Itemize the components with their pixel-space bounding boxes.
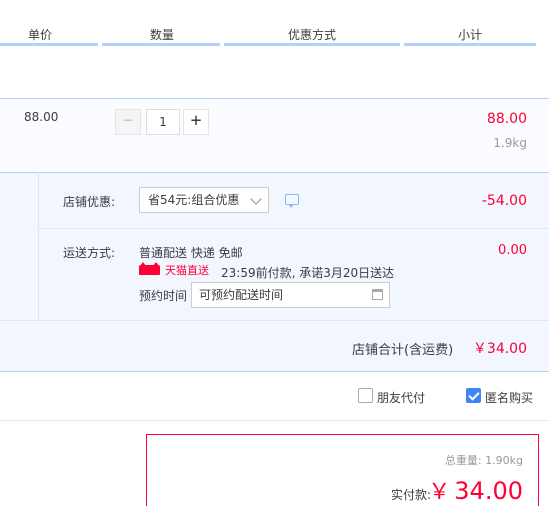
tmall-logo-icon bbox=[139, 262, 160, 275]
promo-amount: -54.00 bbox=[481, 193, 527, 209]
quantity-increase-button[interactable]: + bbox=[183, 109, 209, 135]
anonymous-label[interactable]: 匿名购买 bbox=[485, 389, 533, 406]
store-total-row bbox=[0, 320, 549, 372]
quantity-input[interactable]: 1 bbox=[146, 109, 180, 135]
store-total-label: 店铺合计(含运费) bbox=[352, 343, 454, 358]
tmall-direct-label: 天猫直送 bbox=[165, 264, 209, 277]
total-weight-value: 1.90kg bbox=[485, 454, 523, 467]
paid-label: 实付款: bbox=[391, 488, 432, 502]
item-weight: 1.9kg bbox=[493, 136, 527, 150]
delivery-promise: 23:59前付款, 承诺3月20日送达 bbox=[221, 266, 395, 280]
header-underline bbox=[102, 43, 220, 46]
divider bbox=[38, 228, 549, 229]
anonymous-checkbox[interactable] bbox=[466, 388, 481, 403]
shipping-fee: 0.00 bbox=[498, 243, 527, 258]
schedule-time-input[interactable]: 可预约配送时间 bbox=[191, 282, 390, 308]
header-subtotal: 小计 bbox=[458, 28, 483, 42]
friend-pay-label[interactable]: 朋友代付 bbox=[377, 389, 425, 406]
promo-selected-value: 省54元:组合优惠 bbox=[148, 193, 240, 207]
calendar-icon[interactable] bbox=[372, 289, 383, 300]
header-underline bbox=[224, 43, 400, 46]
paid-amount-value: 34.00 bbox=[454, 477, 523, 505]
header-quantity: 数量 bbox=[150, 28, 175, 42]
header-underline bbox=[0, 43, 98, 46]
unit-price: 88.00 bbox=[24, 110, 59, 124]
schedule-placeholder: 可预约配送时间 bbox=[199, 288, 284, 302]
promo-label: 店铺优惠: bbox=[63, 195, 116, 209]
chevron-down-icon bbox=[250, 193, 262, 205]
shipping-label: 运送方式: bbox=[63, 246, 116, 260]
total-weight-label: 总重量: bbox=[444, 454, 482, 467]
header-underline bbox=[404, 43, 536, 46]
currency-symbol: ￥ bbox=[428, 480, 451, 505]
item-subtotal: 88.00 bbox=[486, 111, 527, 127]
schedule-label: 预约时间 bbox=[139, 289, 188, 303]
paid-amount: ￥ 34.00 bbox=[428, 474, 523, 506]
quantity-decrease-button[interactable]: − bbox=[115, 109, 141, 135]
shipping-method: 普通配送 快递 免邮 bbox=[139, 246, 243, 260]
header-promo: 优惠方式 bbox=[288, 28, 337, 42]
promo-select[interactable]: 省54元:组合优惠 bbox=[139, 187, 269, 213]
store-total-amount: ￥34.00 bbox=[472, 341, 527, 357]
friend-pay-checkbox[interactable] bbox=[358, 388, 373, 403]
total-weight: 总重量: 1.90kg bbox=[445, 452, 523, 468]
header-price: 单价 bbox=[28, 28, 53, 42]
divider bbox=[0, 420, 549, 421]
message-icon[interactable] bbox=[285, 194, 299, 208]
item-row bbox=[0, 98, 549, 172]
tmall-direct-badge: 天猫直送 bbox=[139, 262, 209, 278]
